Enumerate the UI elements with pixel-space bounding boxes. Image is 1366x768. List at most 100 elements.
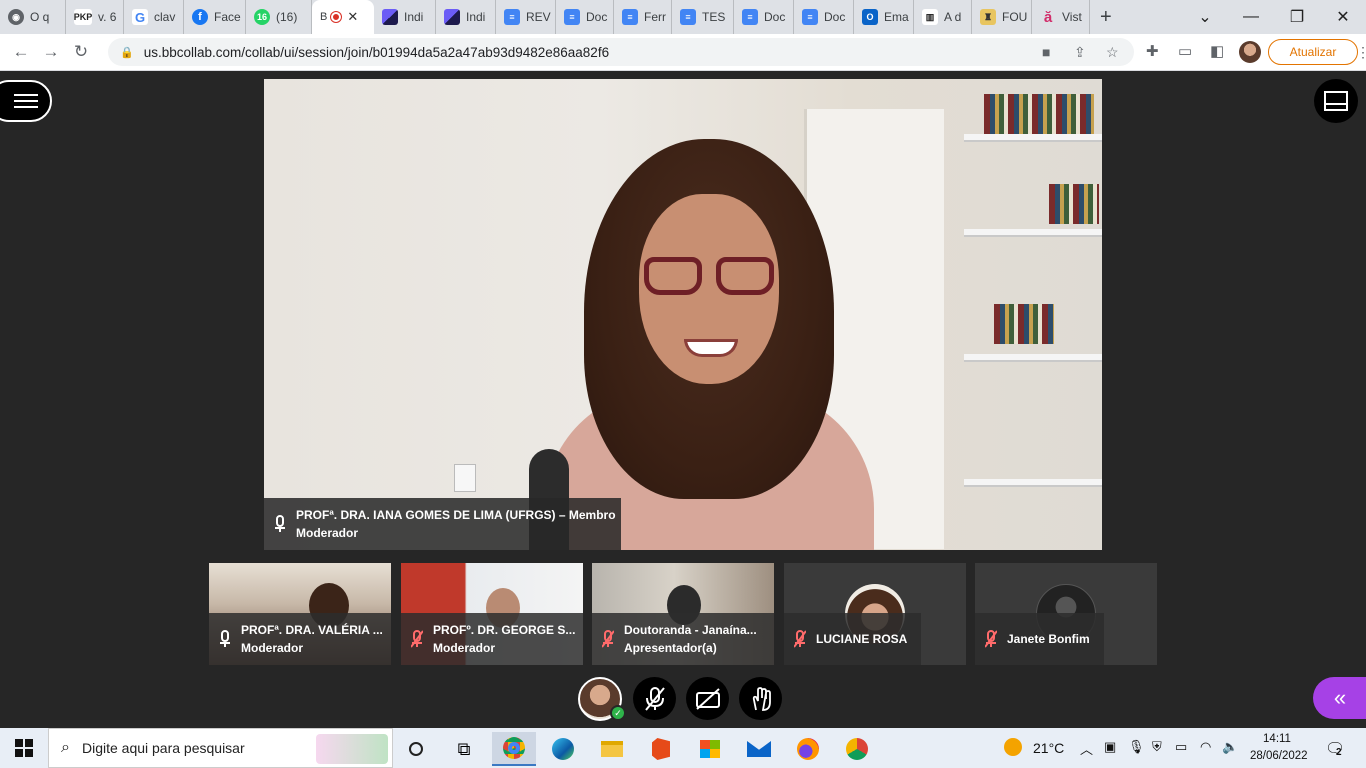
weather-temperature[interactable]: 21°C [1033,740,1064,756]
raise-hand-button[interactable] [739,677,782,720]
tab-search-icon[interactable]: ⌄ [1182,0,1228,34]
crest-icon: ♜ [980,9,996,25]
restore-icon[interactable]: ❐ [1274,0,1320,34]
cast-icon[interactable]: ▭ [1178,42,1192,60]
status-check-icon: ✓ [610,705,626,721]
tab-label: REV [526,10,551,24]
tab-14[interactable]: O Ema [854,0,914,34]
close-icon[interactable]: ✕ [347,9,358,25]
task-view-icon[interactable]: ⧉ [442,732,486,766]
tab-active-blackboard[interactable]: B ✕ [312,0,374,34]
tab-11[interactable]: ≡ TES [672,0,734,34]
tab-10[interactable]: ≡ Ferr [614,0,672,34]
taskbar-search-box[interactable]: ⌕ Digite aqui para pesquisar [48,728,393,768]
system-clock[interactable]: 14:11 28/06/2022 [1250,731,1308,765]
tab-label: O q [30,10,50,24]
main-speaker-caption: PROFª. DRA. IANA GOMES DE LIMA (UFRGS) –… [264,498,621,550]
open-collaborate-panel-button[interactable]: « [1313,677,1366,719]
profile-avatar[interactable] [1239,41,1261,63]
tab-13[interactable]: ≡ Doc [794,0,854,34]
mic-tray-icon[interactable]: 🎙 [1128,739,1145,755]
camera-icon[interactable]: ■ [1042,44,1050,60]
tab-15[interactable]: ▥ A d [914,0,972,34]
minimize-icon[interactable]: — [1228,0,1274,34]
tab-label: Face [214,10,241,24]
tab-2[interactable]: Gclav [124,0,184,34]
side-panel-icon[interactable]: ◧ [1210,42,1224,60]
shelf [964,134,1102,142]
tab-8[interactable]: ≡ REV [496,0,556,34]
reload-icon[interactable]: ↻ [66,42,96,62]
bookmark-star-icon[interactable]: ☆ [1106,44,1119,61]
microphone-toggle-button[interactable] [633,677,676,720]
tab-3[interactable]: f Face [184,0,246,34]
participant-tile[interactable]: PROFº. DR. GEORGE S... Moderador [401,563,583,665]
extensions-icon[interactable]: ✚ [1146,42,1159,60]
close-window-icon[interactable]: ✕ [1320,0,1366,34]
tab-4[interactable]: 16 (16) [246,0,312,34]
layout-toggle-button[interactable] [1314,79,1358,123]
wifi-icon[interactable]: ◠ [1200,739,1211,755]
office-icon[interactable] [639,732,683,766]
tab-label: clav [154,10,176,24]
edge-icon[interactable] [541,732,585,766]
update-button[interactable]: Atualizar [1268,39,1358,65]
mail-icon[interactable] [737,732,781,766]
weather-sun-icon[interactable] [1004,738,1022,756]
participant-tile[interactable]: PROFª. DRA. VALÉRIA ... Moderador [209,563,391,665]
cortana-icon[interactable] [394,732,438,766]
tray-chevron-up-icon[interactable]: ︿ [1080,739,1093,758]
notification-count: 2 [1336,747,1342,758]
camera-toggle-button[interactable] [686,677,729,720]
store-icon[interactable] [688,732,732,766]
windows-start-icon[interactable] [15,739,33,757]
tab-7[interactable]: Indi [436,0,496,34]
firefox-icon[interactable] [786,732,830,766]
layout-grid-icon [1324,91,1348,111]
tab-label: TES [702,10,726,24]
browser-toolbar: ← → ↻ 🔒 us.bbcollab.com/collab/ui/sessio… [0,34,1366,71]
chrome-taskbar-icon[interactable] [492,732,536,766]
chrome-profile-taskbar-icon[interactable] [835,732,879,766]
search-placeholder: Digite aqui para pesquisar [81,740,245,756]
more-menu-icon[interactable]: ⋮ [1356,44,1366,61]
tab-label: Doc [824,10,846,24]
main-speaker-video [264,79,1102,550]
participant-role: Apresentador(a) [624,641,717,655]
tab-label: Indi [466,10,486,24]
microphone-icon [275,515,285,532]
tab-label: Doc [764,10,786,24]
tab-label: Ema [884,10,909,24]
docs-icon: ≡ [680,9,696,25]
microphone-muted-icon [985,630,997,648]
meet-now-icon[interactable]: ▣ [1104,739,1116,755]
search-icon: ⌕ [61,739,70,756]
tab-strip: ◉ O q PKP v. 6 Gclav f Face 16 (16) B ✕ Indi … [0,0,1366,34]
pkp-icon: PKP [74,9,92,25]
tab-6[interactable]: Indi [374,0,436,34]
tab-0[interactable]: ◉ O q [0,0,66,34]
participant-tile[interactable]: Janete Bonfim [975,563,1157,665]
tab-16[interactable]: ♜ FOU [972,0,1032,34]
share-icon[interactable]: ⇪ [1074,44,1086,61]
volume-icon[interactable]: 🔈 [1222,739,1238,755]
session-menu-button[interactable] [0,80,52,122]
participant-name: Doutoranda - Janaína... [624,623,757,637]
participant-tile[interactable]: LUCIANE ROSA [784,563,966,665]
tab-17[interactable]: ă Vist [1032,0,1090,34]
new-tab-button[interactable]: + [1090,6,1122,29]
tab-9[interactable]: ≡ Doc [556,0,614,34]
file-explorer-icon[interactable] [590,732,634,766]
back-icon[interactable]: ← [6,42,36,62]
forward-icon[interactable]: → [36,42,66,62]
participant-name: LUCIANE ROSA [816,632,908,646]
url-text: us.bbcollab.com/collab/ui/session/join/b… [143,44,610,60]
tab-12[interactable]: ≡ Doc [734,0,794,34]
security-icon[interactable]: ⛨ [1152,739,1162,755]
participant-tile[interactable]: Doutoranda - Janaína... Apresentador(a) [592,563,774,665]
address-bar[interactable]: 🔒 us.bbcollab.com/collab/ui/session/join… [108,38,1134,66]
tab-1[interactable]: PKP v. 6 [66,0,124,34]
battery-icon[interactable]: ▭ [1175,739,1187,755]
book-icon: ▥ [922,9,938,25]
main-speaker-role: Moderador [296,526,359,540]
